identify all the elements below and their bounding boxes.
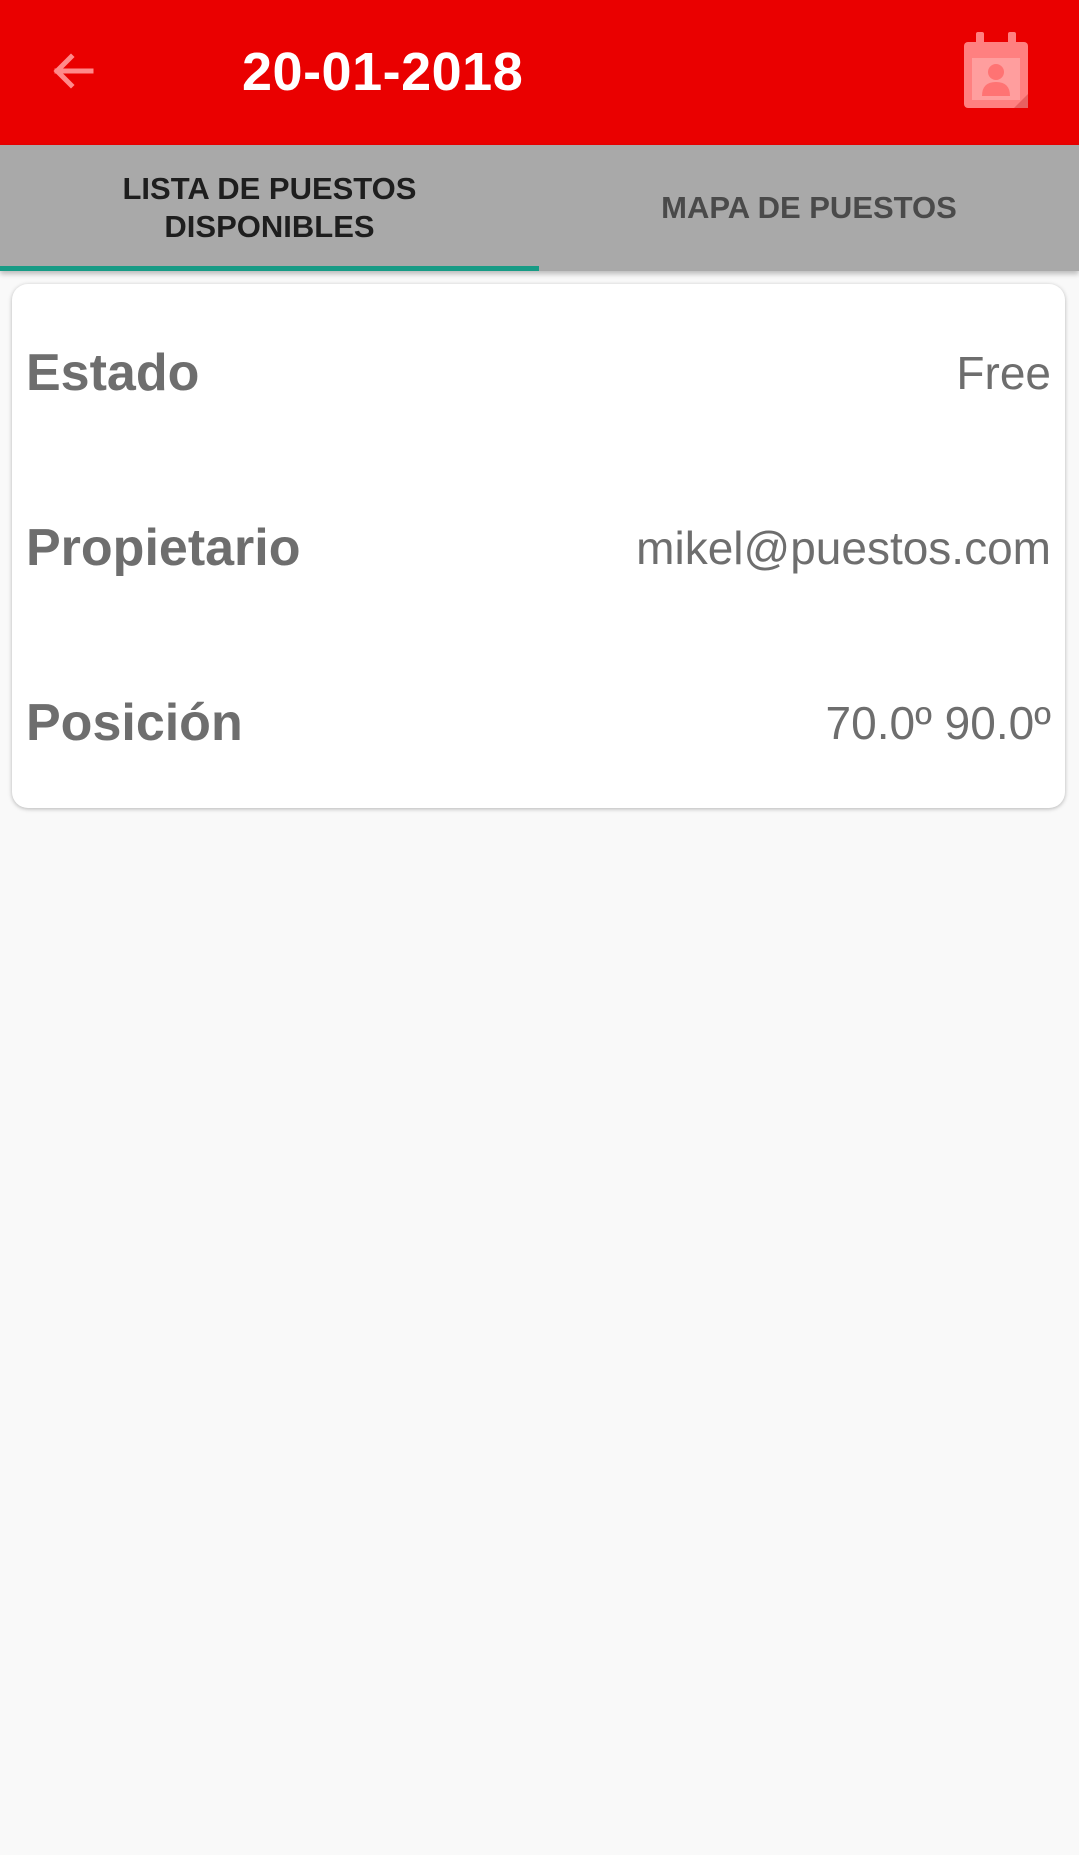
- tab-label: LISTA DE PUESTOS DISPONIBLES: [122, 171, 417, 244]
- detail-value: 70.0º 90.0º: [825, 697, 1051, 749]
- detail-label: Posición: [26, 694, 243, 752]
- detail-label: Estado: [26, 344, 200, 402]
- detail-row-propietario: Propietario mikel@puestos.com: [26, 508, 1051, 588]
- tab-indicator: [0, 266, 539, 271]
- app-bar: 20-01-2018: [0, 0, 1079, 145]
- back-button[interactable]: [42, 40, 104, 102]
- tab-lista-de-puestos[interactable]: LISTA DE PUESTOS DISPONIBLES: [0, 145, 539, 271]
- puesto-card[interactable]: Estado Free Propietario mikel@puestos.co…: [12, 284, 1065, 808]
- detail-row-estado: Estado Free: [26, 333, 1051, 413]
- detail-row-posicion: Posición 70.0º 90.0º: [26, 683, 1051, 763]
- detail-value: mikel@puestos.com: [636, 522, 1051, 574]
- calendar-person-icon: [964, 32, 1028, 108]
- calendar-button[interactable]: [958, 30, 1038, 114]
- page-title: 20-01-2018: [242, 42, 524, 102]
- detail-label: Propietario: [26, 519, 301, 577]
- tab-mapa-de-puestos[interactable]: MAPA DE PUESTOS: [539, 145, 1079, 271]
- tab-label: MAPA DE PUESTOS: [661, 190, 957, 225]
- tab-bar: LISTA DE PUESTOS DISPONIBLES MAPA DE PUE…: [0, 145, 1079, 271]
- arrow-back-icon: [53, 53, 94, 89]
- detail-value: Free: [956, 347, 1051, 399]
